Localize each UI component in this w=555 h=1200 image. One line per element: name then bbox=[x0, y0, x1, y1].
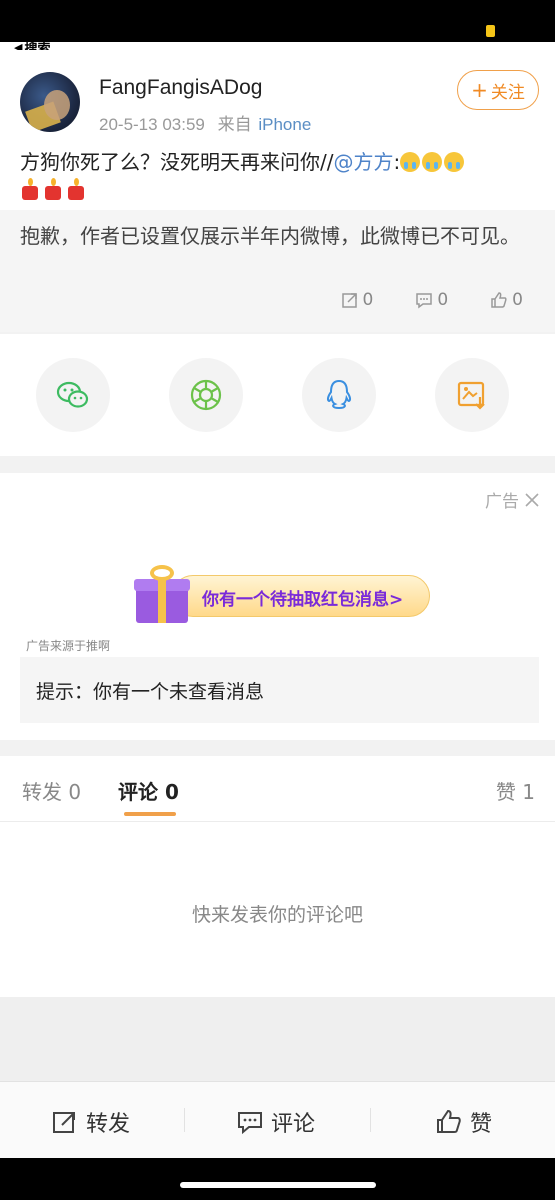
ad-tip[interactable]: 提示：你有一个未查看消息 bbox=[20, 657, 539, 723]
username[interactable]: FangFangisADog bbox=[99, 76, 262, 100]
comment-icon bbox=[238, 1112, 262, 1135]
tab-like[interactable]: 赞 1 bbox=[496, 776, 535, 805]
ad-source: 广告来源于推啊 bbox=[26, 639, 111, 653]
post-meta: 20-5-13 03:59 来自 iPhone bbox=[99, 110, 311, 135]
comments-section: 快来发表你的评论吧 bbox=[0, 822, 555, 997]
candle-emojis bbox=[20, 178, 86, 200]
quoted-like-count: 0 bbox=[512, 290, 523, 310]
ad-tip-text: 提示：你有一个未查看消息 bbox=[36, 681, 265, 703]
empty-comments-message: 快来发表你的评论吧 bbox=[191, 904, 363, 926]
divider bbox=[184, 1108, 185, 1132]
candle-emoji-icon bbox=[66, 178, 86, 200]
active-tab-indicator bbox=[124, 812, 176, 816]
ad-banner-text: 你有一个待抽取红包消息> bbox=[202, 590, 404, 610]
post-text: 方狗你死了么？没死明天再来问你//@方方: bbox=[20, 148, 540, 176]
crying-emoji-icon bbox=[400, 152, 421, 172]
share-bar bbox=[0, 334, 555, 456]
save-image-icon bbox=[457, 381, 485, 410]
candle-emoji-icon bbox=[43, 178, 63, 200]
follow-label: 关注 bbox=[490, 82, 525, 103]
divider bbox=[370, 1108, 371, 1132]
wechat-icon bbox=[56, 381, 89, 408]
tab-repost[interactable]: 转发 0 bbox=[22, 776, 81, 805]
comment-icon bbox=[416, 293, 433, 309]
qq-icon bbox=[326, 379, 352, 410]
ad-banner[interactable]: 你有一个待抽取红包消息> bbox=[132, 557, 432, 627]
close-icon[interactable] bbox=[525, 492, 539, 507]
plus-icon: + bbox=[471, 78, 488, 102]
weibo-detail-screen: ◀ 搜索 FangFangisADog 20-5-13 03:59 来自 iPh… bbox=[0, 0, 555, 1200]
bottom-action-bar: 转发 评论 赞 bbox=[0, 1081, 555, 1158]
detail-tabs: 转发 0 评论 0 赞 1 bbox=[0, 756, 555, 822]
status-bar bbox=[0, 0, 555, 42]
share-moments-button[interactable] bbox=[169, 358, 243, 432]
home-indicator-area bbox=[0, 1158, 555, 1200]
source-link[interactable]: iPhone bbox=[258, 115, 311, 134]
follow-button[interactable]: + 关注 bbox=[457, 70, 539, 110]
comment-button[interactable]: 评论 bbox=[237, 1106, 315, 1138]
quoted-post[interactable]: 抱歉，作者已设置仅展示半年内微博，此微博已不可见。 0 0 0 bbox=[0, 210, 555, 332]
home-indicator[interactable] bbox=[180, 1182, 376, 1188]
repost-icon bbox=[341, 293, 357, 308]
like-label: 赞 bbox=[470, 1112, 493, 1137]
ad-label: 广告 bbox=[485, 487, 539, 512]
like-button[interactable]: 赞 bbox=[436, 1106, 492, 1138]
quoted-comment[interactable]: 0 bbox=[415, 290, 448, 310]
quoted-stats: 0 0 0 bbox=[341, 290, 523, 310]
quoted-like[interactable]: 0 bbox=[490, 290, 523, 310]
share-qq-button[interactable] bbox=[302, 358, 376, 432]
timestamp: 20-5-13 03:59 bbox=[99, 115, 205, 134]
share-wechat-button[interactable] bbox=[36, 358, 110, 432]
moments-icon bbox=[190, 379, 222, 411]
repost-button[interactable]: 转发 bbox=[52, 1106, 130, 1138]
quoted-text: 抱歉，作者已设置仅展示半年内微博，此微博已不可见。 bbox=[20, 224, 520, 248]
comment-label: 评论 bbox=[271, 1112, 316, 1137]
avatar[interactable] bbox=[20, 72, 80, 132]
repost-label: 转发 bbox=[86, 1112, 131, 1137]
source-prefix: 来自 bbox=[217, 115, 252, 134]
ad-card: 广告 你有一个待抽取红包消息> 广告来源于推啊 提示：你有一个未查看消息 bbox=[0, 473, 555, 740]
crying-emoji-icon bbox=[422, 152, 443, 172]
crying-emoji-icon bbox=[444, 152, 465, 172]
mention-suffix: : bbox=[393, 150, 401, 174]
thumbs-up-icon bbox=[491, 292, 507, 308]
ad-label-text: 广告 bbox=[485, 492, 519, 512]
tab-comment[interactable]: 评论 0 bbox=[118, 776, 179, 805]
spacer bbox=[0, 997, 555, 1081]
quoted-repost-count: 0 bbox=[362, 290, 374, 310]
save-image-button[interactable] bbox=[435, 358, 509, 432]
candle-emoji-icon bbox=[20, 178, 40, 200]
post-card: FangFangisADog 20-5-13 03:59 来自 iPhone +… bbox=[0, 50, 555, 210]
battery-icon bbox=[486, 25, 495, 37]
gift-box-icon bbox=[134, 563, 192, 623]
mention-link[interactable]: @方方 bbox=[333, 150, 393, 174]
thumbs-up-icon bbox=[437, 1109, 461, 1133]
quoted-comment-count: 0 bbox=[437, 290, 449, 310]
post-text-main: 方狗你死了么？没死明天再来问你// bbox=[20, 150, 334, 174]
repost-icon bbox=[53, 1112, 75, 1133]
top-strip bbox=[0, 42, 555, 50]
quoted-repost[interactable]: 0 bbox=[341, 290, 374, 310]
